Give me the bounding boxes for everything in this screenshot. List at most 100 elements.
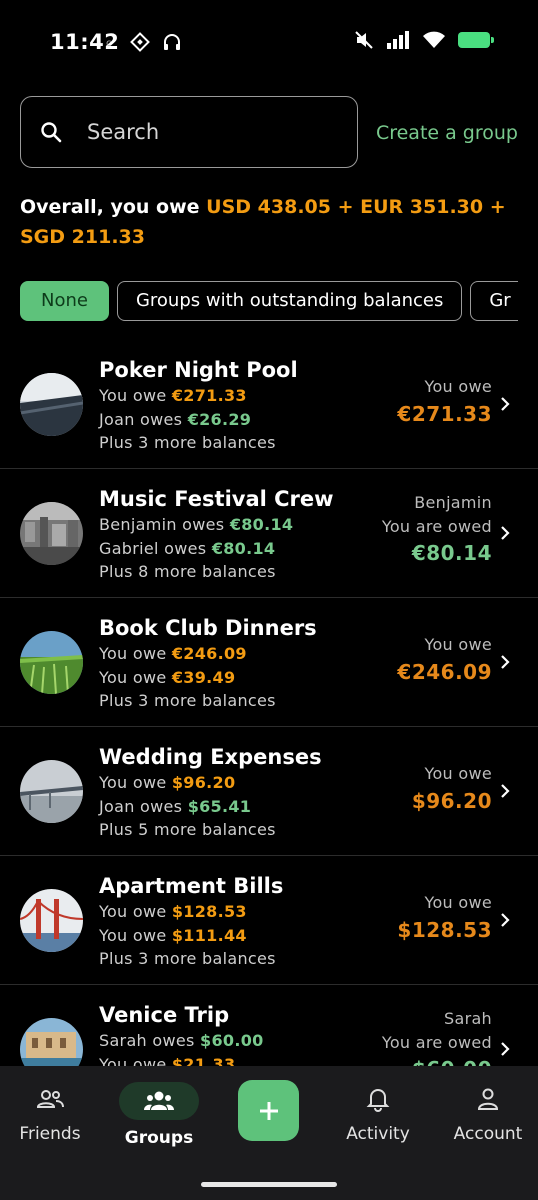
balance-line: Gabriel owes €80.14 (99, 537, 334, 561)
nav-account[interactable]: Account (438, 1082, 538, 1144)
balance-line-text: You owe (99, 773, 172, 792)
chevron-right-icon (501, 655, 510, 669)
group-name: Apartment Bills (99, 874, 284, 898)
wifi-icon (423, 31, 445, 48)
group-row[interactable]: Venice Trip Sarah owes $60.00 You owe $21.… (0, 985, 538, 1066)
chevron-right-icon (501, 526, 510, 540)
group-name: Poker Night Pool (99, 358, 298, 382)
diamond-grid-icon (130, 32, 150, 52)
groups-icon (144, 1091, 174, 1110)
group-avatar (20, 631, 83, 694)
people-outline-icon (36, 1090, 64, 1108)
group-info: Poker Night Pool You owe €271.33 Joan owes… (99, 356, 298, 455)
group-row[interactable]: Wedding Expenses You owe $96.20 Joan owes … (0, 727, 538, 856)
balance-line-text: Gabriel owes (99, 538, 212, 558)
balance-line-text: You owe (99, 925, 172, 945)
nav-groups[interactable]: Groups (109, 1082, 209, 1148)
group-info: Venice Trip Sarah owes $60.00 You owe $21.… (99, 1001, 264, 1066)
group-summary: You owe $128.53 (397, 891, 492, 945)
group-row[interactable]: Music Festival Crew Benjamin owes €80.14 G… (0, 469, 538, 598)
balance-line: Joan owes $65.41 (99, 795, 322, 819)
summary-label: You owe (424, 377, 492, 396)
group-row[interactable]: Poker Night Pool You owe €271.33 Joan owes… (0, 340, 538, 469)
balance-line: Joan owes €26.29 (99, 408, 298, 432)
group-row[interactable]: Apartment Bills You owe $128.53 You owe $1… (0, 856, 538, 985)
balance-line: Plus 3 more balances (99, 947, 283, 971)
balance-line: Sarah owes $60.00 (99, 1029, 264, 1053)
group-avatar (20, 502, 83, 565)
balance-line-amount: $60.00 (200, 1031, 264, 1050)
balance-line-text: You owe (99, 644, 172, 663)
summary-amount: $128.53 (397, 917, 492, 942)
balance-line-text: Benjamin owes (99, 515, 230, 534)
balance-line: Benjamin owes €80.14 (99, 513, 334, 537)
chevron-right-icon (501, 1042, 510, 1056)
balance-line-amount: $21.33 (171, 1054, 236, 1067)
group-list: Poker Night Pool You owe €271.33 Joan owes… (0, 340, 538, 1066)
balance-line-amount: €271.33 (171, 386, 247, 405)
balance-line: You owe €271.33 (99, 384, 298, 408)
balance-line: Plus 3 more balances (99, 689, 317, 713)
group-name: Venice Trip (99, 1003, 230, 1027)
overall-prefix: Overall, you owe (20, 196, 207, 218)
filter-chip-outstanding[interactable]: Groups with outstanding balances (116, 281, 463, 321)
balance-line-text: You owe (99, 1054, 172, 1067)
summary-amount: €80.14 (411, 541, 492, 565)
nav-friends-label: Friends (19, 1124, 81, 1144)
nav-activity-label: Activity (346, 1124, 410, 1144)
summary-label: You owe (424, 893, 492, 912)
summary-amount: €246.09 (397, 659, 492, 684)
group-row[interactable]: Book Club Dinners You owe €246.09 You owe … (0, 598, 538, 727)
summary-label: You owe (424, 635, 492, 654)
filter-chip-none[interactable]: None (20, 281, 109, 321)
signal-icon (387, 31, 409, 49)
balance-line-amount: $96.20 (171, 773, 236, 792)
account-icon (477, 1088, 499, 1110)
balance-line-text: You owe (99, 667, 172, 687)
group-summary: You owe €271.33 (397, 375, 492, 429)
balance-line-text: Sarah owes (99, 1031, 201, 1050)
balance-line-amount: €80.14 (229, 515, 294, 534)
group-name: Book Club Dinners (99, 616, 317, 640)
balance-line: Plus 3 more balances (99, 431, 298, 455)
balance-line-amount: €246.09 (171, 644, 247, 663)
summary-amount: $96.20 (411, 788, 492, 813)
search-placeholder: Search (87, 120, 160, 144)
balance-line-text: You owe (99, 386, 172, 405)
home-indicator (201, 1182, 337, 1187)
nav-friends[interactable]: Friends (0, 1082, 100, 1144)
add-expense-button[interactable] (238, 1080, 299, 1141)
headphones-icon (164, 34, 180, 50)
summary-amount: €271.33 (397, 401, 492, 426)
chevron-right-icon (501, 784, 510, 798)
summary-label: You owe (424, 764, 492, 783)
group-summary: You owe $96.20 (412, 762, 492, 816)
data-saver-icon: c (106, 38, 112, 49)
mute-icon (355, 31, 373, 49)
group-name: Wedding Expenses (99, 745, 322, 769)
balance-line-amount: €39.49 (171, 667, 236, 687)
group-summary: Benjamin You are owed €80.14 (382, 491, 492, 568)
summary-label: Sarah (444, 1009, 492, 1028)
balance-line-text: Plus 3 more balances (99, 691, 276, 710)
plus-icon (259, 1101, 278, 1120)
balance-line-amount: $65.41 (187, 796, 252, 816)
chevron-right-icon (501, 913, 510, 927)
group-info: Apartment Bills You owe $128.53 You owe $1… (99, 872, 283, 971)
summary-label: You are owed (381, 1032, 492, 1052)
filter-chip-more[interactable]: Gr (470, 281, 518, 321)
nav-activity[interactable]: Activity (328, 1082, 428, 1144)
group-avatar (20, 1018, 83, 1066)
balance-line-amount: €80.14 (211, 538, 276, 558)
svg-text:c: c (106, 38, 112, 49)
nav-groups-label: Groups (124, 1128, 194, 1148)
balance-line: You owe $96.20 (99, 771, 322, 795)
balance-line-text: Joan owes (99, 796, 188, 816)
nav-account-label: Account (453, 1124, 523, 1144)
search-input[interactable]: Search (20, 96, 358, 168)
create-group-button[interactable]: Create a group (376, 122, 518, 144)
group-avatar (20, 373, 83, 436)
group-summary: Sarah You are owed $60.00 (382, 1007, 492, 1066)
bell-icon (366, 1089, 390, 1112)
balance-line: You owe $111.44 (99, 924, 283, 948)
